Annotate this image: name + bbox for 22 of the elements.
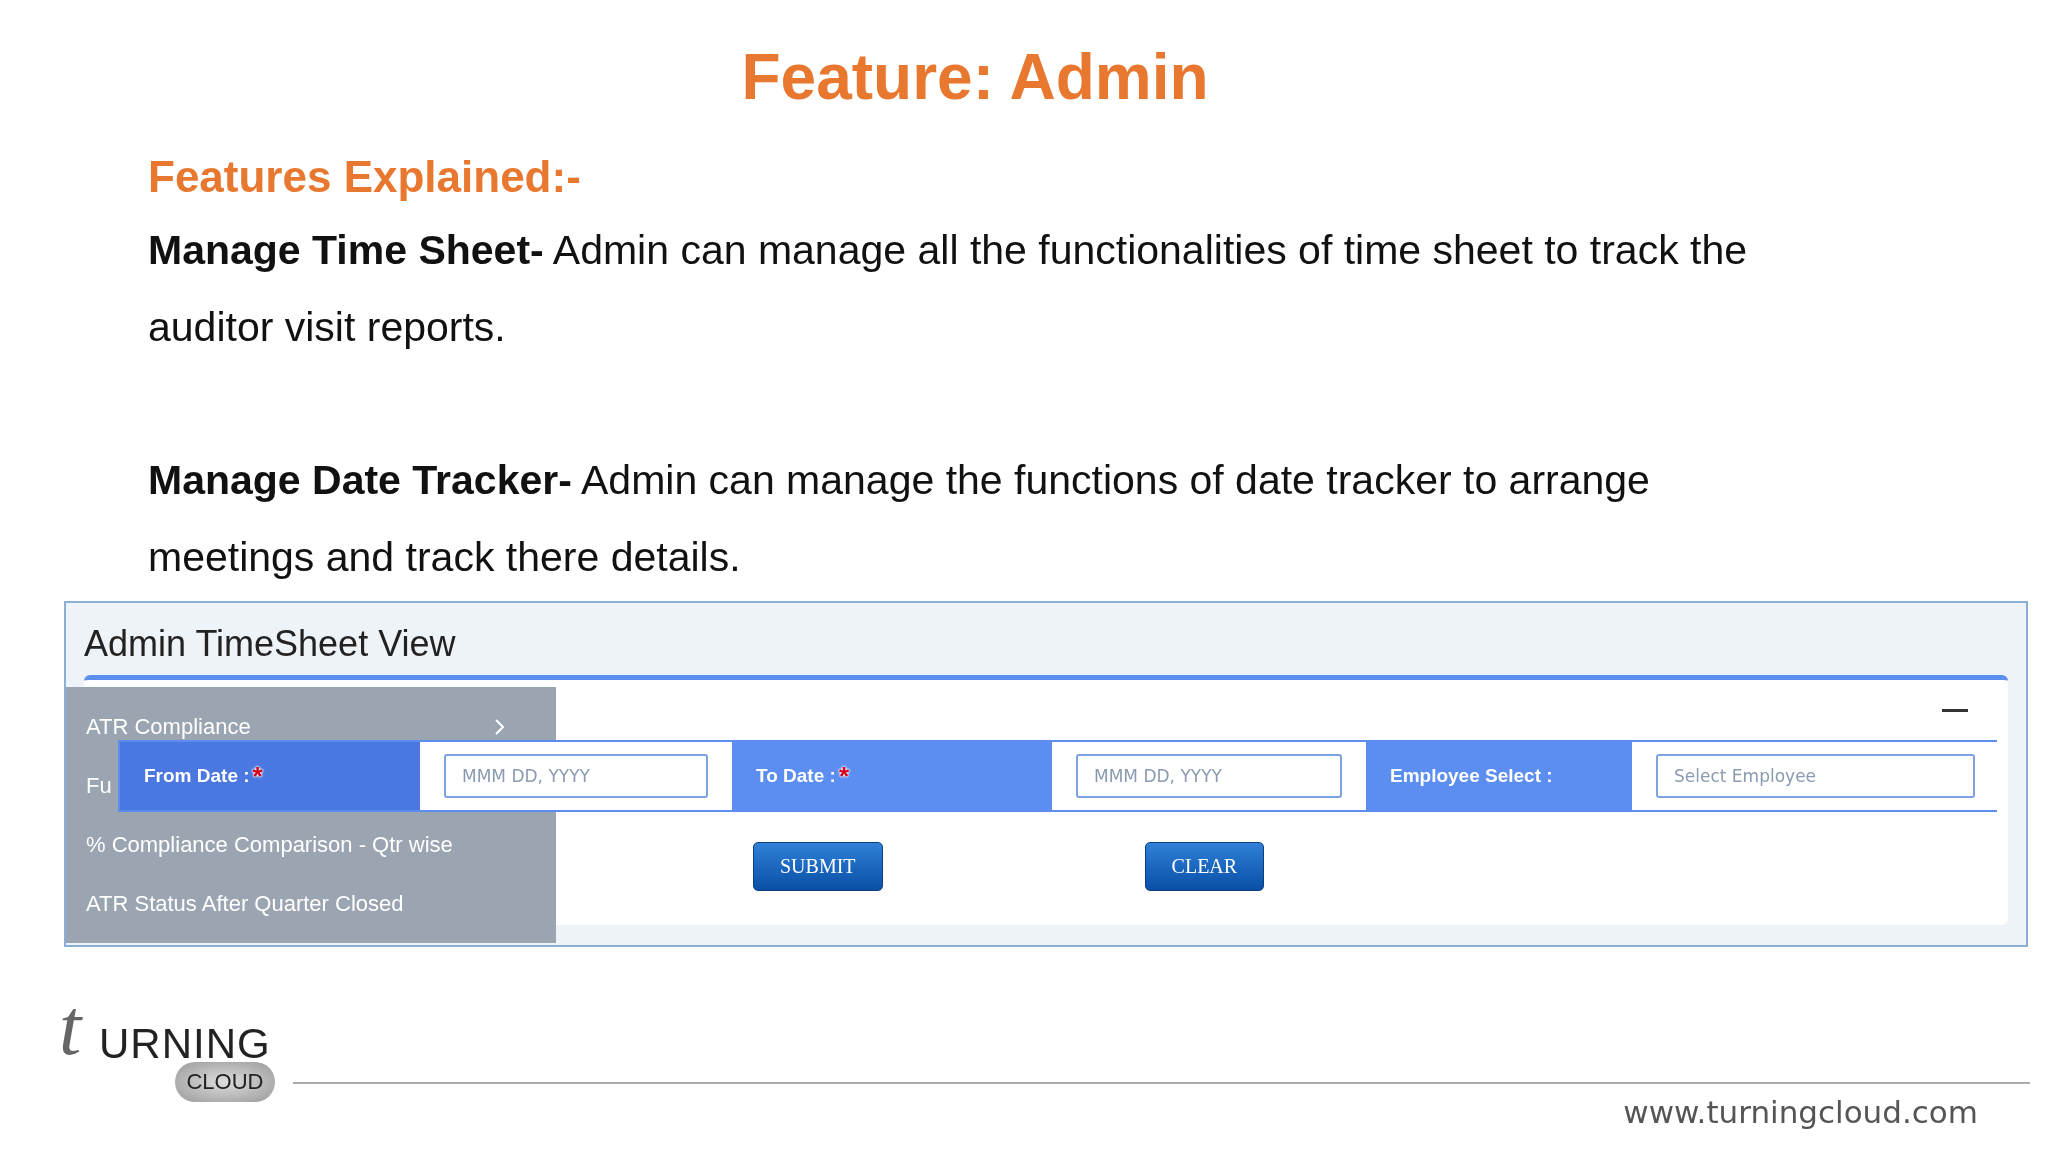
menu-item[interactable]: ATR Compliance — [86, 713, 251, 740]
field-label: Employee Select : — [1366, 742, 1632, 810]
section-heading: Features Explained:- — [148, 152, 582, 202]
input-field[interactable]: Select Employee — [1656, 754, 1975, 798]
minimize-icon[interactable] — [1942, 708, 1968, 712]
menu-item[interactable]: Fu — [86, 772, 112, 799]
field-label: To Date :* — [732, 742, 1052, 810]
input-field[interactable]: MMM DD, YYYY — [1076, 754, 1342, 798]
required-mark: * — [252, 760, 263, 792]
input-field[interactable]: MMM DD, YYYY — [444, 754, 708, 798]
paragraph: Manage Time Sheet- Admin can manage all the functionalities of time sheet to track the auditor visit reports. — [148, 226, 1749, 352]
menu-item[interactable]: % Compliance Comparison - Qtr wise — [86, 831, 453, 858]
logo: t URNING CLOUD — [55, 990, 275, 1110]
form-button[interactable]: SUBMIT — [753, 842, 883, 891]
paragraph: Manage Date Tracker- Admin can manage the functions of date tracker to arrange meetings and track there details. — [148, 456, 1651, 582]
menu-item[interactable]: ATR Status After Quarter Closed — [86, 890, 404, 917]
required-mark: * — [838, 760, 849, 792]
form-button[interactable]: CLEAR — [1144, 842, 1265, 891]
website-url: www.turningcloud.com — [1623, 1094, 1978, 1130]
slide-title: Feature: Admin — [740, 40, 1210, 114]
field-label: From Date :* — [120, 742, 420, 810]
panel-title: Admin TimeSheet View — [83, 622, 457, 665]
